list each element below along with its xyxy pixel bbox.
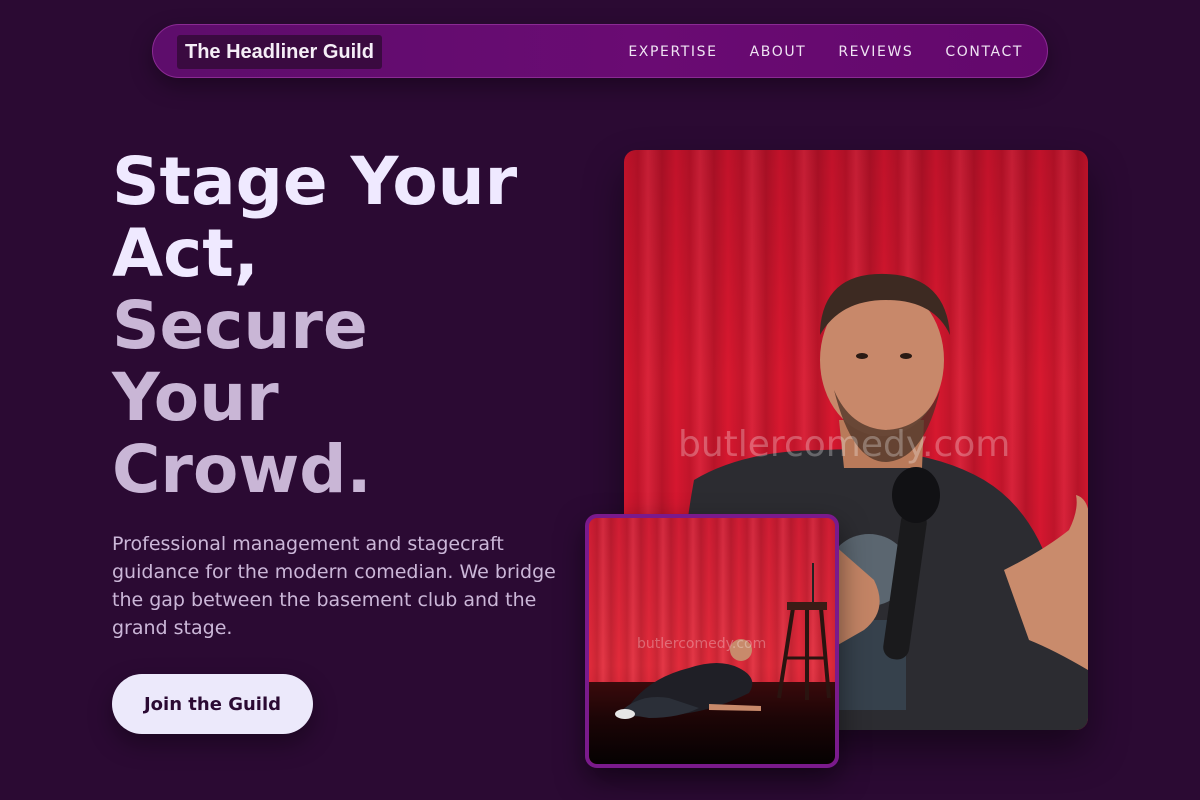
hero-title-line-3: Secure [112, 287, 368, 364]
join-guild-button[interactable]: Join the Guild [112, 674, 313, 734]
hero-title-line-1: Stage Your [112, 143, 518, 220]
hero-title-line-4: Your [112, 359, 279, 436]
hero-title-line-2: Act, [112, 215, 259, 292]
nav-link-contact[interactable]: CONTACT [945, 44, 1023, 60]
brand-logo[interactable]: The Headliner Guild [177, 35, 382, 69]
hero-title: Stage Your Act, Secure Your Crowd. [112, 146, 582, 506]
nav-link-reviews[interactable]: REVIEWS [838, 44, 913, 60]
main-photo-watermark: butlercomedy.com [678, 424, 1011, 465]
inset-photo-watermark: butlercomedy.com [637, 636, 767, 652]
nav-link-about[interactable]: ABOUT [750, 44, 807, 60]
hero-subtitle: Professional management and stagecraft g… [112, 533, 556, 639]
nav-link-expertise[interactable]: EXPERTISE [628, 44, 717, 60]
nav-links: EXPERTISE ABOUT REVIEWS CONTACT [628, 25, 1023, 79]
hero-title-line-5: Crowd. [112, 431, 372, 508]
hero-photo-inset: butlercomedy.com [585, 514, 839, 768]
top-nav: The Headliner Guild EXPERTISE ABOUT REVI… [152, 24, 1048, 78]
